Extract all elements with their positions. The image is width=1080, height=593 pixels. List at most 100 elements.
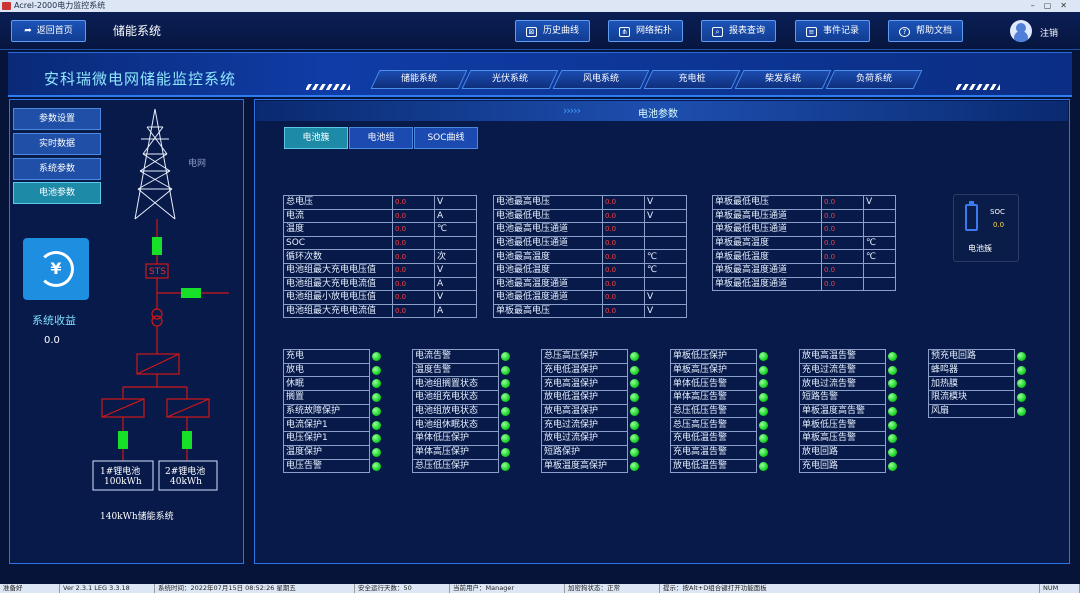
- param-value: 0.0: [602, 262, 645, 278]
- network-topology-button[interactable]: ⋔ 网络拓扑: [608, 20, 683, 42]
- param-value: 0.0: [602, 276, 645, 292]
- param-name: 单板最高电压通道: [712, 208, 822, 224]
- status-label: 单板温度高保护: [541, 458, 628, 474]
- nav-tab-wind[interactable]: 风电系统: [552, 70, 650, 89]
- nav-tab-diesel[interactable]: 柴发系统: [734, 70, 832, 89]
- user-avatar-icon[interactable]: [1010, 20, 1032, 42]
- status-bar: 准备好 Ver 2.3.1 LEG 3.3.18 系统时间：2022年07月15…: [0, 584, 1080, 593]
- param-row: 电池最低电压 0.0 V: [493, 208, 687, 224]
- param-name: 电池最高温度: [493, 249, 603, 264]
- param-value: 0.0: [602, 222, 645, 237]
- param-value: 0.0: [392, 303, 435, 319]
- nav-tab-pv[interactable]: 光伏系统: [461, 70, 559, 89]
- param-value: 0.0: [602, 290, 645, 305]
- param-name: 电池组最大充电电流值: [283, 303, 393, 319]
- tab-battery-cluster[interactable]: 电池簇: [284, 127, 348, 149]
- tab-battery-group[interactable]: 电池组: [349, 127, 413, 149]
- status-indicator-icon: [501, 420, 510, 430]
- status-label: 充电高温告警: [670, 444, 757, 460]
- param-row: 单板最高电压 0.0 V: [493, 303, 687, 319]
- param-name: 电池组最小放电电压值: [283, 290, 393, 305]
- status-indicator-icon: [1017, 352, 1026, 361]
- status-indicator-icon: [372, 365, 381, 375]
- breaker-branch[interactable]: [181, 288, 201, 298]
- battery-cluster-table-2: 电池最高电压 0.0 V 电池最低电压 0.0 V 电池最高电压通道 0.0 电池最低电压通道 0…: [493, 195, 687, 319]
- param-row: 电池最低温度 0.0 ℃: [493, 262, 687, 278]
- chart-icon: ⊠: [525, 27, 537, 37]
- help-docs-button[interactable]: ? 帮助文档: [888, 20, 963, 42]
- status-table: 单板低压保护 单板高压保护 单体低压告警 单体高压告警 总压低压告警 总压高压告警 充电低温…: [670, 349, 757, 474]
- param-name: 单板最低温度通道: [712, 276, 822, 292]
- param-row: 单板最低温度通道 0.0: [712, 276, 896, 292]
- param-row: 单板最高电压通道 0.0: [712, 208, 896, 224]
- param-row: SOC 0.0: [283, 235, 477, 251]
- report-query-button[interactable]: ⌕ 报表查询: [701, 20, 776, 42]
- status-indicator-icon: [372, 420, 381, 430]
- logout-link[interactable]: 注销: [1040, 26, 1058, 39]
- param-value: 0.0: [821, 208, 864, 224]
- param-unit: [644, 222, 687, 237]
- param-row: 电池最高温度 0.0 ℃: [493, 249, 687, 264]
- window-titlebar: Acrel-2000电力监控系统 –▢✕: [0, 0, 1080, 12]
- tab-soc-curve[interactable]: SOC曲线: [414, 127, 478, 149]
- status-label: 充电低温保护: [541, 362, 628, 378]
- status-indicator-icon: [630, 352, 639, 361]
- status-indicator-icon: [888, 406, 897, 416]
- param-value: 0.0: [821, 276, 864, 292]
- status-label: 总压低压告警: [670, 403, 757, 419]
- nav-tab-load[interactable]: 负荷系统: [825, 70, 923, 89]
- param-row: 电池最高温度通道 0.0: [493, 276, 687, 292]
- param-name: 温度: [283, 222, 393, 237]
- history-curve-button[interactable]: ⊠ 历史曲线: [515, 20, 590, 42]
- status-indicator-icon: [630, 406, 639, 416]
- status-indicator-icon: [501, 406, 510, 416]
- status-label: 放电过流告警: [799, 376, 886, 392]
- event-log-button[interactable]: ≡ 事件记录: [795, 20, 870, 42]
- nav-tab-storage[interactable]: 储能系统: [370, 70, 468, 89]
- back-home-button[interactable]: ➦ 返回首页: [11, 20, 86, 42]
- param-name: 电池最高温度通道: [493, 276, 603, 292]
- param-unit: ℃: [434, 222, 477, 237]
- param-row: 单板最低温度 0.0 ℃: [712, 249, 896, 264]
- param-value: 0.0: [392, 276, 435, 292]
- breaker-grid[interactable]: [152, 237, 162, 255]
- param-value: 0.0: [821, 262, 864, 278]
- param-unit: ℃: [644, 262, 687, 278]
- status-label: 单体低压告警: [670, 376, 757, 392]
- param-row: 循环次数 0.0 次: [283, 249, 477, 264]
- status-indicator-icon: [1017, 406, 1026, 416]
- param-unit: [863, 222, 896, 237]
- param-row: 电池最高电压 0.0 V: [493, 195, 687, 210]
- banner-stripes-left: [306, 84, 350, 90]
- breaker-battery2[interactable]: [182, 431, 192, 449]
- window-controls[interactable]: –▢✕: [1031, 0, 1076, 12]
- param-row: 单板最高温度通道 0.0: [712, 262, 896, 278]
- param-row: 电池最低电压通道 0.0: [493, 235, 687, 251]
- param-name: 单板最高温度通道: [712, 262, 822, 278]
- status-label: 充电回路: [799, 458, 886, 474]
- status-table: 总压高压保护 充电低温保护 充电高温保护 放电低温保护 放电高温保护 充电过流保护 放电过流…: [541, 349, 628, 474]
- status-label: 放电过流保护: [541, 431, 628, 446]
- status-table: 放电高温告警 充电过流告警 放电过流告警 短路告警 单板温度高告警 单板低压告警 单板高压告…: [799, 349, 886, 474]
- breaker-battery1[interactable]: [118, 431, 128, 449]
- status-label: 总压高压告警: [670, 417, 757, 433]
- help-icon: ?: [898, 27, 910, 37]
- param-value: 0.0: [602, 235, 645, 251]
- status-label: 放电低温告警: [670, 458, 757, 474]
- battery-cluster-table-1: 总电压 0.0 V 电流 0.0 A 温度 0.0 ℃ SOC 0.0 循环次数 0.0 次电池组最大充电…: [283, 195, 477, 319]
- status-label: 电池组休眠状态: [412, 417, 499, 433]
- banner-stripes-right: [956, 84, 1000, 90]
- status-label: 限流模块: [928, 390, 1015, 405]
- param-value: 0.0: [392, 235, 435, 251]
- status-label: 放电回路: [799, 444, 886, 460]
- top-toolbar: ➦ 返回首页 ⊠ 历史曲线 ⋔ 网络拓扑 ⌕ 报表查询 ≡ 事件记录 ? 帮助文档: [0, 12, 1080, 50]
- status-indicator-icon: [759, 461, 768, 471]
- param-unit: [863, 276, 896, 292]
- status-indicator-icon: [372, 447, 381, 457]
- nav-tab-charger[interactable]: 充电桩: [643, 70, 741, 89]
- param-unit: ℃: [644, 249, 687, 264]
- status-indicator-icon: [501, 352, 510, 361]
- status-label: 单板高压告警: [799, 431, 886, 446]
- status-label: 休眠: [283, 376, 370, 392]
- param-value: 0.0: [602, 303, 645, 319]
